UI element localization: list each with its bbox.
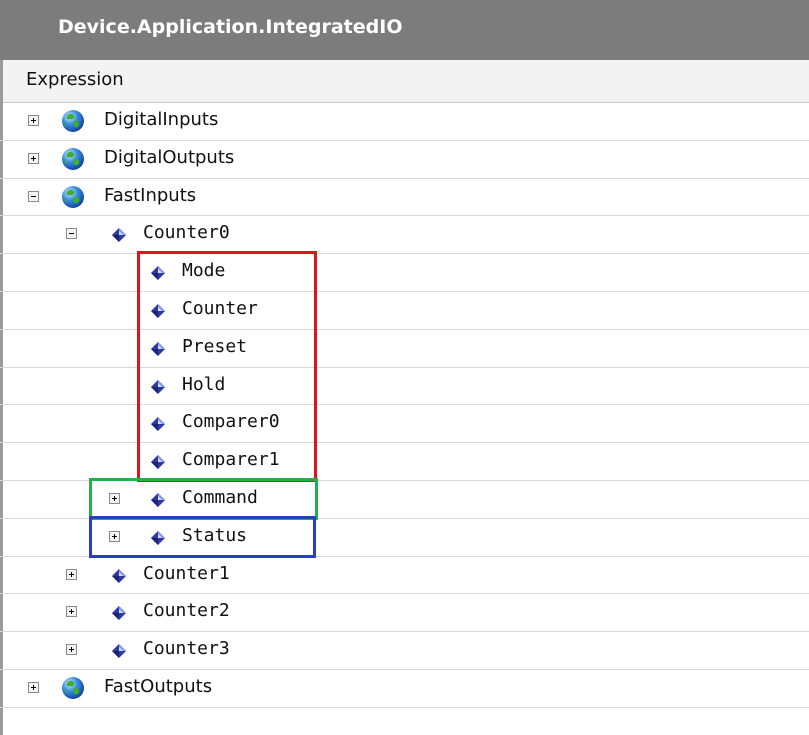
tree-row[interactable]: Counter3 [0,632,809,670]
expand-icon[interactable] [109,492,120,504]
tree-row[interactable]: Counter2 [0,594,809,633]
variable-icon [111,227,127,243]
globe-icon [60,108,86,134]
tree-row-label: Preset [182,335,248,357]
tree-row-label: Status [182,524,248,546]
tree-row-label: DigitalInputs [104,109,219,130]
tree-row[interactable]: Counter0 [0,216,809,255]
column-header-expression[interactable]: Expression [0,60,809,103]
expand-icon[interactable] [66,606,77,618]
tree-row[interactable]: Hold [0,368,809,406]
tree-row-label: FastInputs [104,184,197,206]
tree-row-label: Counter [182,297,258,319]
variable-icon [150,341,166,357]
collapse-icon[interactable] [28,190,39,202]
expand-icon[interactable] [28,681,39,693]
variable-icon [150,416,166,432]
globe-icon [60,184,86,210]
tree-row[interactable]: Status [0,519,809,557]
variable-icon [111,643,127,659]
tree-row[interactable]: Counter1 [0,557,809,595]
expand-icon[interactable] [109,530,120,542]
expression-tree: DigitalInputs DigitalOutputs FastInputs … [0,103,809,708]
tree-row[interactable]: DigitalOutputs [0,141,809,179]
tree-row-label: Comparer0 [182,411,280,433]
variable-icon [111,568,127,584]
tree-row[interactable]: Comparer1 [0,443,809,481]
tree-row[interactable]: FastOutputs [0,670,809,708]
variable-icon [150,454,166,470]
tree-row-label: Comparer1 [182,449,280,471]
panel-title: Device.Application.IntegratedIO [58,16,403,38]
tree-row-label: Counter3 [143,638,230,660]
variable-icon [111,605,127,621]
tree-row[interactable]: Command [0,481,809,519]
variable-icon [150,530,166,546]
globe-icon [60,675,86,701]
tree-row[interactable]: Preset [0,330,809,368]
tree-row[interactable]: Mode [0,254,809,292]
tree-row-label: Counter1 [143,562,230,584]
tree-row-label: DigitalOutputs [104,146,235,168]
collapse-icon[interactable] [66,228,77,240]
expand-icon[interactable] [28,152,39,164]
tree-row[interactable]: FastInputs [0,179,809,217]
tree-row[interactable]: Counter [0,292,809,330]
variable-icon [150,492,166,508]
tree-row[interactable]: DigitalInputs [0,103,809,141]
globe-icon [60,146,86,172]
variable-icon [150,379,166,395]
expand-icon[interactable] [28,115,39,126]
variable-icon [150,303,166,319]
tree-row[interactable]: Comparer0 [0,405,809,444]
tree-row-label: Mode [182,260,226,282]
tree-row-label: Counter0 [143,222,230,244]
tree-row-label: Hold [182,373,226,395]
tree-row-label: FastOutputs [104,675,213,697]
tree-row-label: Counter2 [143,600,230,622]
tree-row-label: Command [182,486,258,508]
expand-icon[interactable] [66,644,77,656]
column-header-label: Expression [26,69,124,90]
expand-icon[interactable] [66,568,77,580]
panel-title-bar: Device.Application.IntegratedIO [0,0,809,60]
variable-icon [150,265,166,281]
